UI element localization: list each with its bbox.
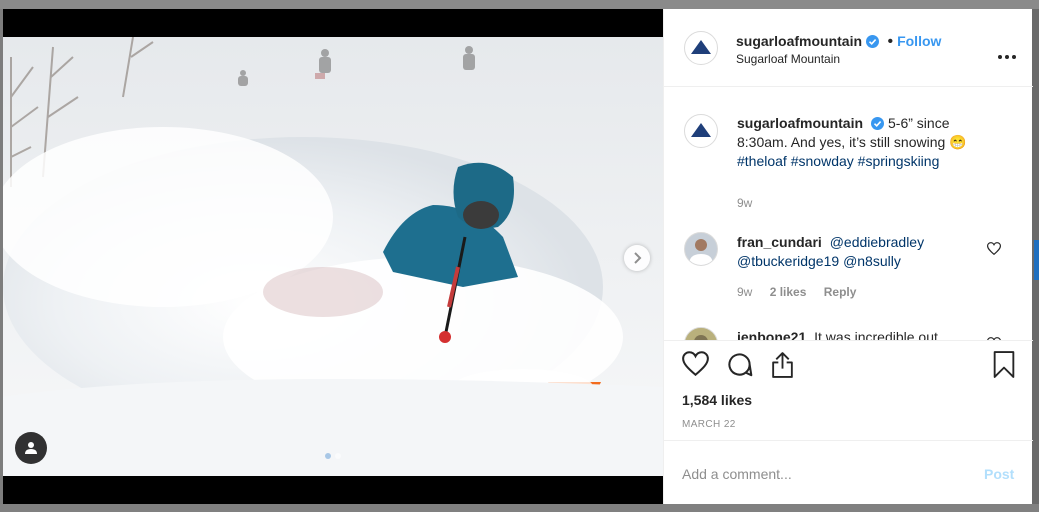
avatar[interactable] <box>684 232 718 266</box>
hashtag-link[interactable]: #springskiing <box>858 153 940 169</box>
post-modal: sugarloafmountain • Follow Sugarloaf Moun… <box>3 9 1033 504</box>
post-actions: 1,584 likes MARCH 22 <box>664 341 1033 441</box>
mountain-logo-icon <box>691 40 711 54</box>
carousel-next-button[interactable] <box>624 245 650 271</box>
more-options-button[interactable] <box>997 47 1017 65</box>
add-comment-section: Add a comment... Post <box>664 441 1033 504</box>
share-icon <box>772 352 793 378</box>
share-button[interactable] <box>770 351 795 383</box>
carousel-indicator <box>325 453 341 459</box>
user-photo-icon <box>685 328 717 340</box>
hashtag-link[interactable]: #theloaf <box>737 153 787 169</box>
carousel-dot <box>335 453 341 459</box>
chevron-right-icon <box>634 252 642 264</box>
separator-dot: • <box>887 33 894 50</box>
caption-meta: 9w <box>737 196 766 210</box>
backdrop-feed-strip <box>0 0 1039 9</box>
backdrop-accent-sliver <box>1034 240 1039 280</box>
mention-link[interactable]: @n8sully <box>843 253 901 269</box>
grinning-emoji: 😁 <box>949 134 967 150</box>
post-username[interactable]: sugarloafmountain <box>736 33 862 49</box>
user-tag-icon <box>25 442 37 454</box>
carousel-dot-active <box>325 453 331 459</box>
comment-input[interactable]: Add a comment... <box>682 466 792 482</box>
heart-icon <box>986 242 1002 256</box>
post-header: sugarloafmountain • Follow Sugarloaf Moun… <box>664 9 1033 87</box>
more-options-icon <box>998 55 1016 59</box>
mention-link[interactable]: @tbuckeridge19 <box>737 253 839 269</box>
mountain-logo-icon <box>691 123 711 137</box>
tagged-users-button[interactable] <box>15 432 47 464</box>
comments-list[interactable]: sugarloafmountain 5-6” since 8:30am. And … <box>664 87 1033 341</box>
save-button[interactable] <box>993 351 1015 383</box>
avatar[interactable] <box>684 327 718 340</box>
heart-icon <box>682 351 709 377</box>
comment-time[interactable]: 9w <box>737 285 752 299</box>
backdrop-feed-bottom <box>0 504 1039 512</box>
reply-button[interactable]: Reply <box>824 285 857 299</box>
comment-username[interactable]: fran_cundari <box>737 234 822 250</box>
post-side-panel: sugarloafmountain • Follow Sugarloaf Moun… <box>663 9 1033 504</box>
caption: sugarloafmountain 5-6” since 8:30am. And … <box>737 114 997 171</box>
comment: fran_cundari @eddiebradley @tbuckeridge1… <box>737 233 997 271</box>
avatar[interactable] <box>684 31 718 65</box>
likes-count[interactable]: 1,584 likes <box>682 392 752 408</box>
hashtag-link[interactable]: #snowday <box>791 153 854 169</box>
comment-like-button[interactable] <box>986 242 1002 260</box>
comment: jenbone21 It was incredible out <box>737 328 997 341</box>
comment-meta: 9w 2 likes Reply <box>737 285 870 299</box>
post-comment-button[interactable]: Post <box>984 466 1014 482</box>
caption-username[interactable]: sugarloafmountain <box>737 115 863 131</box>
post-date[interactable]: MARCH 22 <box>682 419 736 430</box>
mention-link[interactable]: @eddiebradley <box>830 234 924 250</box>
avatar[interactable] <box>684 114 718 148</box>
like-button[interactable] <box>682 351 709 381</box>
comment-text: It was incredible out <box>814 329 938 341</box>
comment-icon <box>728 353 753 377</box>
verified-badge-icon <box>871 117 885 130</box>
post-location[interactable]: Sugarloaf Mountain <box>736 52 840 66</box>
follow-button[interactable]: Follow <box>897 33 941 49</box>
post-media[interactable] <box>3 9 663 504</box>
post-photo <box>3 37 663 476</box>
comment-likes[interactable]: 2 likes <box>770 285 807 299</box>
comment-button[interactable] <box>726 351 753 383</box>
user-photo-icon <box>685 233 717 265</box>
caption-time[interactable]: 9w <box>737 196 752 210</box>
verified-badge-icon <box>866 35 880 48</box>
bookmark-icon <box>993 351 1015 378</box>
comment-username[interactable]: jenbone21 <box>737 329 806 340</box>
